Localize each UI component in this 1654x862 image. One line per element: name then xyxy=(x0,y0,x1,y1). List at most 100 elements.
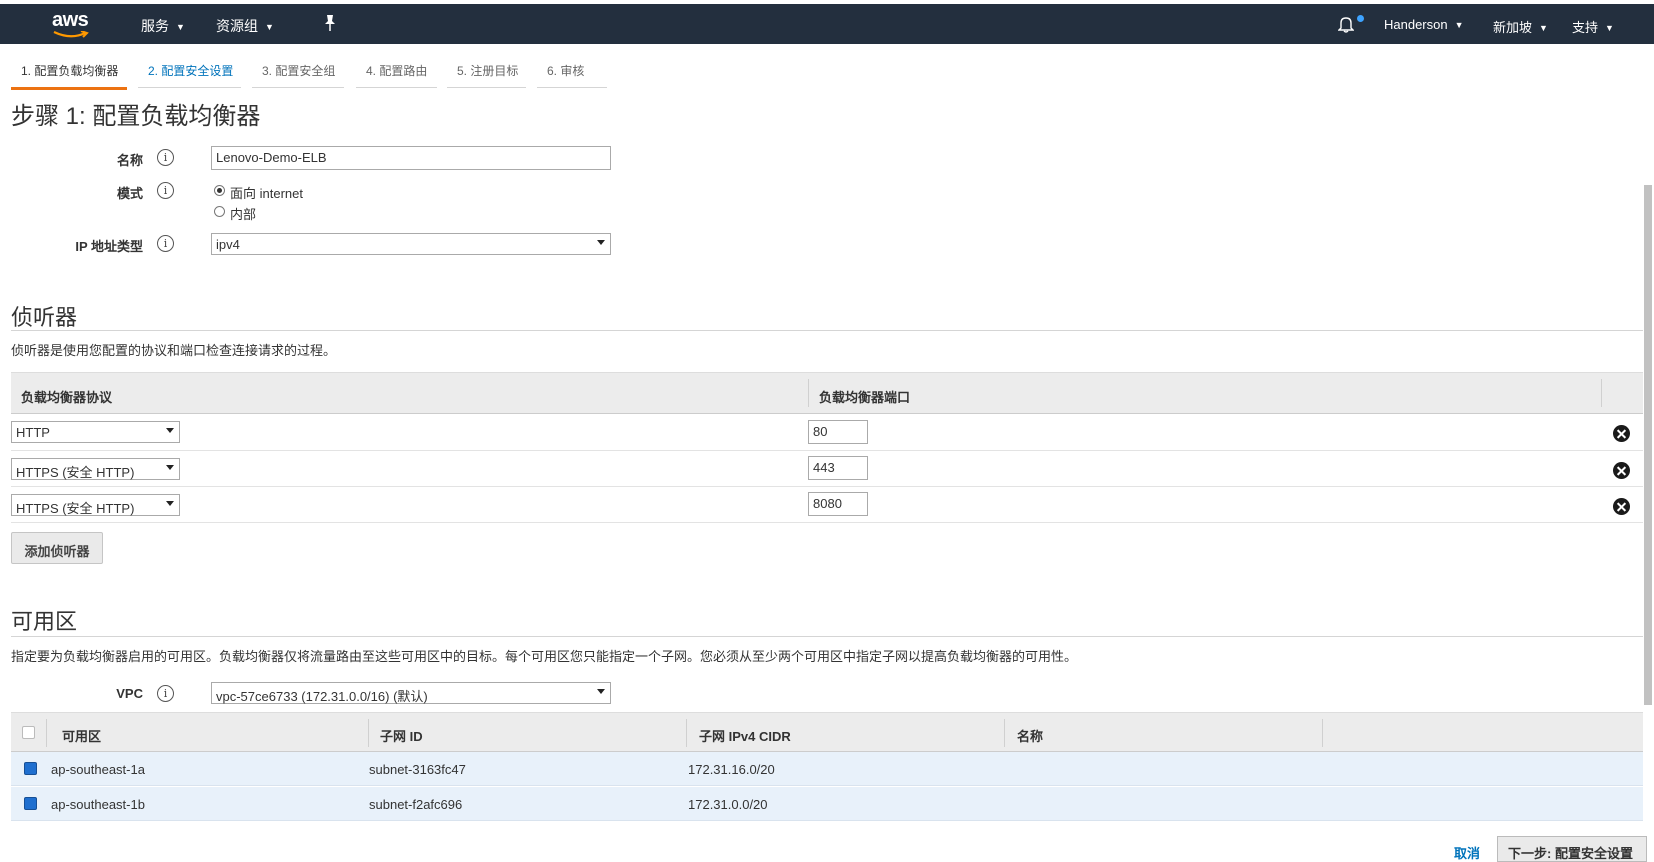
listener-protocol-select[interactable]: HTTP xyxy=(11,421,180,443)
remove-circle-icon[interactable] xyxy=(1613,498,1630,515)
divider xyxy=(11,330,1643,331)
row-checkbox[interactable] xyxy=(24,762,37,775)
vpc-value: vpc-57ce6733 (172.31.0.0/16) (默认) xyxy=(216,689,428,704)
subnets-table-header: 可用区 子网 ID 子网 IPv4 CIDR 名称 xyxy=(11,712,1643,752)
ip-type-select[interactable]: ipv4 xyxy=(211,233,611,255)
caret-down-icon xyxy=(166,428,174,433)
user-label: Handerson xyxy=(1384,17,1448,32)
pin-icon[interactable] xyxy=(323,14,337,32)
scheme-option-internal-label: 内部 xyxy=(230,207,257,222)
scheme-label: 模式 xyxy=(116,186,143,201)
services-label: 服务 xyxy=(141,18,169,34)
tab-step-1[interactable]: 1. 配置负载均衡器 xyxy=(11,62,127,90)
listener-port-input[interactable]: 8080 xyxy=(808,492,868,516)
column-divider xyxy=(686,719,687,747)
chevron-down-icon: ▼ xyxy=(1539,23,1548,33)
tab-step-5[interactable]: 5. 注册目标 xyxy=(447,62,526,88)
col-subnet-id-header: 子网 ID xyxy=(380,729,423,744)
ip-type-value: ipv4 xyxy=(216,237,240,252)
cidr-cell: 172.31.16.0/20 xyxy=(688,762,775,777)
vpc-select[interactable]: vpc-57ce6733 (172.31.0.0/16) (默认) xyxy=(211,682,611,704)
support-menu[interactable]: 支持 ▼ xyxy=(1572,17,1614,36)
support-label: 支持 xyxy=(1572,20,1599,35)
scheme-option-internet-label: 面向 internet xyxy=(230,186,303,201)
listeners-table-header: 负载均衡器协议 负载均衡器端口 xyxy=(11,372,1643,414)
col-port-header: 负载均衡器端口 xyxy=(819,390,911,405)
chevron-down-icon: ▼ xyxy=(265,22,274,32)
table-row[interactable]: ap-southeast-1b subnet-f2afc696 172.31.0… xyxy=(11,787,1643,821)
col-name-header: 名称 xyxy=(1017,729,1044,744)
column-divider xyxy=(1004,719,1005,747)
column-divider xyxy=(1601,379,1602,407)
aws-smile-icon xyxy=(53,31,89,38)
ip-type-label: IP 地址类型 xyxy=(75,239,143,254)
column-divider xyxy=(46,719,47,747)
remove-circle-icon[interactable] xyxy=(1613,425,1630,442)
listener-protocol-value: HTTP xyxy=(16,425,50,440)
column-divider xyxy=(368,719,369,747)
availability-zones-title: 可用区 xyxy=(11,609,78,634)
tab-step-3[interactable]: 3. 配置安全组 xyxy=(252,62,344,88)
vpc-label: VPC xyxy=(116,686,143,701)
cidr-cell: 172.31.0.0/20 xyxy=(688,797,768,812)
scheme-radio-internal[interactable] xyxy=(214,206,225,217)
info-icon[interactable]: i xyxy=(157,235,174,252)
info-icon[interactable]: i xyxy=(157,149,174,166)
caret-down-icon xyxy=(166,501,174,506)
divider xyxy=(11,636,1643,637)
col-protocol-header: 负载均衡器协议 xyxy=(21,390,113,405)
region-menu[interactable]: 新加坡 ▼ xyxy=(1493,17,1548,36)
listener-protocol-select[interactable]: HTTPS (安全 HTTP) xyxy=(11,458,180,480)
add-listener-button[interactable]: 添加侦听器 xyxy=(11,532,103,564)
chevron-down-icon: ▼ xyxy=(1605,23,1614,33)
row-divider xyxy=(11,450,1643,451)
listener-protocol-value: HTTPS (安全 HTTP) xyxy=(16,465,135,480)
column-divider xyxy=(808,379,809,407)
cancel-link[interactable]: 取消 xyxy=(1454,843,1480,862)
tab-step-6[interactable]: 6. 审核 xyxy=(537,62,607,88)
name-input[interactable]: Lenovo-Demo-ELB xyxy=(211,146,611,170)
caret-down-icon xyxy=(597,240,605,245)
resource-groups-label: 资源组 xyxy=(216,18,258,34)
listener-protocol-select[interactable]: HTTPS (安全 HTTP) xyxy=(11,494,180,516)
scrollbar-thumb[interactable] xyxy=(1644,185,1652,705)
subnet-id-cell: subnet-f2afc696 xyxy=(369,797,463,812)
chevron-down-icon: ▼ xyxy=(1454,20,1464,30)
bell-icon[interactable] xyxy=(1338,15,1354,33)
listener-port-input[interactable]: 80 xyxy=(808,420,868,444)
subnet-id-cell: subnet-3163fc47 xyxy=(369,762,466,777)
services-menu[interactable]: 服务 ▼ xyxy=(141,16,185,36)
row-divider xyxy=(11,522,1643,523)
caret-down-icon xyxy=(166,465,174,470)
aws-logo-text: aws xyxy=(52,9,89,31)
chevron-down-icon: ▼ xyxy=(176,22,185,32)
aws-logo[interactable]: aws xyxy=(52,9,96,39)
scheme-radio-internet[interactable] xyxy=(214,185,225,196)
zone-cell: ap-southeast-1a xyxy=(51,762,145,777)
row-checkbox[interactable] xyxy=(24,797,37,810)
region-label: 新加坡 xyxy=(1493,20,1533,35)
info-icon[interactable]: i xyxy=(157,685,174,702)
listeners-title: 侦听器 xyxy=(11,305,78,330)
notification-dot xyxy=(1357,15,1364,22)
column-divider xyxy=(1322,719,1323,747)
col-zone-header: 可用区 xyxy=(62,729,102,744)
remove-circle-icon[interactable] xyxy=(1613,462,1630,479)
next-step-button[interactable]: 下一步: 配置安全设置 xyxy=(1497,836,1647,862)
name-label: 名称 xyxy=(116,153,143,168)
availability-zones-description: 指定要为负载均衡器启用的可用区。负载均衡器仅将流量路由至这些可用区中的目标。每个… xyxy=(11,649,1078,664)
page-scrollbar[interactable] xyxy=(1642,125,1654,815)
top-nav-bar: aws 服务 ▼ 资源组 ▼ Handerson ▼ 新加坡 ▼ 支持 ▼ xyxy=(0,4,1654,44)
resource-groups-menu[interactable]: 资源组 ▼ xyxy=(216,16,274,36)
tab-step-2[interactable]: 2. 配置安全设置 xyxy=(138,62,241,88)
user-menu[interactable]: Handerson ▼ xyxy=(1384,17,1464,32)
page-title: 步骤 1: 配置负载均衡器 xyxy=(11,103,261,130)
select-all-checkbox[interactable] xyxy=(22,726,35,739)
listener-protocol-value: HTTPS (安全 HTTP) xyxy=(16,501,135,516)
info-icon[interactable]: i xyxy=(157,182,174,199)
tab-step-4[interactable]: 4. 配置路由 xyxy=(356,62,437,88)
listener-port-input[interactable]: 443 xyxy=(808,456,868,480)
table-row[interactable]: ap-southeast-1a subnet-3163fc47 172.31.1… xyxy=(11,752,1643,786)
caret-down-icon xyxy=(597,689,605,694)
col-cidr-header: 子网 IPv4 CIDR xyxy=(699,729,791,744)
